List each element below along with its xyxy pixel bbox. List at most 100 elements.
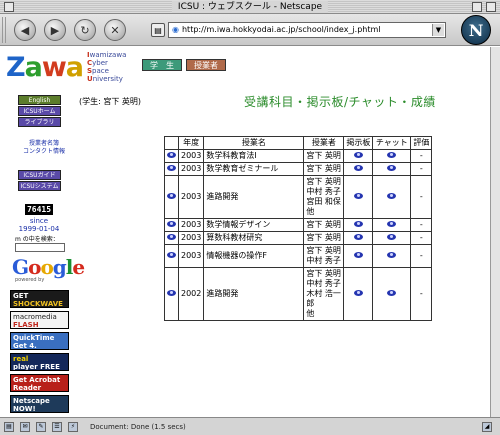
bulletin-board-link[interactable]	[343, 162, 374, 176]
contact-info-link[interactable]: コンタクト情報	[14, 148, 74, 156]
view-course-link[interactable]	[164, 244, 179, 268]
eye-icon[interactable]	[353, 165, 363, 171]
teacher-name: 宮下 英明	[306, 269, 341, 278]
flash-player-badge[interactable]: macromediaFLASH PLAYER	[10, 311, 69, 329]
view-course-link[interactable]	[164, 162, 179, 176]
eye-icon[interactable]	[167, 234, 176, 240]
chat-link[interactable]	[372, 244, 412, 268]
view-course-link[interactable]	[164, 231, 179, 245]
chat-link[interactable]	[372, 267, 412, 321]
navigation-toolbar: ◀ ▶ ↻ ✕ ▤ ◉ http://m.iwa.hokkyodai.ac.jp/…	[0, 14, 500, 46]
eye-icon[interactable]	[353, 221, 363, 227]
chat-link[interactable]	[372, 231, 412, 245]
since-date: 1999-01-04	[18, 225, 60, 233]
composer-icon[interactable]: ✎	[36, 422, 46, 432]
teacher-name: 宮下 英明	[306, 220, 341, 229]
eye-icon[interactable]	[167, 290, 176, 296]
eye-icon[interactable]	[353, 193, 363, 199]
eye-icon[interactable]	[387, 193, 397, 199]
eye-icon[interactable]	[167, 193, 176, 199]
bulletin-board-link[interactable]	[343, 244, 374, 268]
view-course-link[interactable]	[164, 267, 179, 321]
resize-grip-icon[interactable]: ◢	[482, 422, 492, 432]
view-course-link[interactable]	[164, 149, 179, 163]
eye-icon[interactable]	[353, 290, 363, 296]
column-header-board: 掲示板	[343, 136, 374, 150]
url-field[interactable]: ◉ http://m.iwa.hokkyodai.ac.jp/school/ind…	[168, 22, 446, 38]
eye-icon[interactable]	[387, 290, 397, 296]
close-box-icon[interactable]	[4, 2, 14, 12]
course-year: 2003	[177, 231, 205, 245]
chat-link[interactable]	[372, 175, 412, 219]
page-content: Zawa Iwamizawa Cyber Space University 学 …	[0, 47, 490, 417]
student-tab-button[interactable]: 学 生	[142, 59, 182, 71]
table-row: 2003 数学科教育法Ⅰ 宮下 英明 -	[164, 149, 433, 163]
realplayer-badge[interactable]: real player FREE	[10, 353, 69, 371]
course-evaluation: -	[410, 175, 433, 219]
eye-icon[interactable]	[167, 152, 176, 158]
netscape-now-badge[interactable]: Netscape NOW!	[10, 395, 69, 413]
library-button[interactable]: ライブラリ	[18, 117, 61, 127]
acrobat-reader-badge[interactable]: Get Acrobat Reader	[10, 374, 69, 392]
icsu-system-button[interactable]: ICSUシステム	[18, 181, 61, 191]
bulletin-board-link[interactable]	[343, 218, 374, 232]
chat-link[interactable]	[372, 149, 412, 163]
forward-button[interactable]: ▶	[44, 19, 66, 41]
url-history-dropdown[interactable]: ▼	[432, 24, 444, 36]
title-bar: ICSU : ウェブスクール - Netscape	[0, 0, 500, 14]
view-course-link[interactable]	[164, 175, 179, 219]
courses-table-body: 2003 数学科教育法Ⅰ 宮下 英明 -2003 数学教育ゼミナール 宮下 英明 -2003…	[164, 149, 433, 321]
bulletin-board-link[interactable]	[343, 231, 374, 245]
icsu-guide-button[interactable]: ICSUガイド	[18, 170, 61, 180]
arrow-right-icon: ▶	[50, 23, 60, 37]
access-counter: 76415	[25, 204, 53, 215]
eye-icon[interactable]	[167, 165, 176, 171]
netscape-throbber-icon[interactable]: N	[461, 15, 491, 45]
eye-icon[interactable]	[353, 252, 363, 258]
bulletin-board-link[interactable]	[343, 267, 374, 321]
course-year: 2003	[177, 218, 205, 232]
eye-icon[interactable]	[387, 252, 397, 258]
bulletin-board-link[interactable]	[343, 149, 374, 163]
quicktime-badge[interactable]: QuickTime Get 4.	[10, 332, 69, 350]
reload-icon: ↻	[80, 23, 90, 37]
status-bar: ▤ ✉ ✎ ☰ ⚡ Document: Done (1.5 secs) ◢	[0, 417, 500, 435]
site-search-input[interactable]	[15, 243, 65, 252]
stop-button[interactable]: ✕	[104, 19, 126, 41]
teacher-list-link[interactable]: 授業者名簿	[14, 140, 74, 148]
reload-button[interactable]: ↻	[74, 19, 96, 41]
mail-icon[interactable]: ✉	[20, 422, 30, 432]
bulletin-board-link[interactable]	[343, 175, 374, 219]
english-button[interactable]: English	[18, 95, 61, 105]
security-status-icon[interactable]: ▤	[4, 422, 14, 432]
online-status-icon[interactable]: ⚡	[68, 422, 78, 432]
security-lock-icon[interactable]: ▤	[151, 23, 165, 37]
eye-icon[interactable]	[387, 152, 397, 158]
address-book-icon[interactable]: ☰	[52, 422, 62, 432]
table-row: 2002 進路開発 宮下 英明 中村 秀子 木村 浩一郎他 -	[164, 267, 433, 321]
eye-icon[interactable]	[167, 221, 176, 227]
zoom-box-icon[interactable]	[472, 2, 482, 12]
vertical-scrollbar[interactable]	[490, 47, 500, 417]
chat-link[interactable]	[372, 218, 412, 232]
icsu-home-button[interactable]: ICSUホーム	[18, 106, 61, 116]
get-shockwave-badge[interactable]: GET SHOCKWAVE	[10, 290, 69, 308]
zawa-logo[interactable]: Zawa	[6, 53, 84, 83]
chat-link[interactable]	[372, 162, 412, 176]
page-proxy-icon[interactable]: ◉	[172, 25, 179, 34]
teacher-tab-button[interactable]: 授業者	[186, 59, 226, 71]
google-logo[interactable]: Google	[12, 256, 85, 278]
back-button[interactable]: ◀	[14, 19, 36, 41]
eye-icon[interactable]	[353, 234, 363, 240]
eye-icon[interactable]	[167, 252, 176, 258]
course-evaluation: -	[410, 162, 433, 176]
column-header-view	[164, 136, 179, 150]
eye-icon[interactable]	[387, 221, 397, 227]
teacher-name: 宮下 英明	[306, 151, 341, 160]
eye-icon[interactable]	[387, 234, 397, 240]
view-course-link[interactable]	[164, 218, 179, 232]
toolbar-grip[interactable]	[2, 17, 8, 43]
collapse-box-icon[interactable]	[486, 2, 496, 12]
eye-icon[interactable]	[387, 165, 397, 171]
eye-icon[interactable]	[353, 152, 363, 158]
